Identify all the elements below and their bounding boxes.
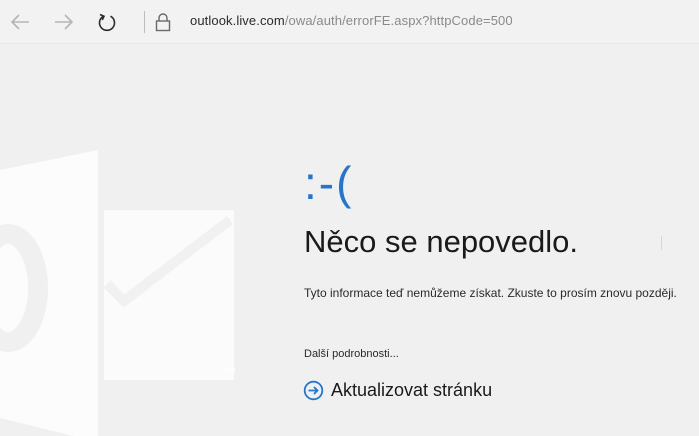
back-button[interactable] bbox=[6, 8, 34, 36]
refresh-button[interactable] bbox=[93, 8, 121, 36]
caret-mark bbox=[661, 236, 662, 250]
sad-emoticon: :-( bbox=[304, 157, 354, 209]
address-bar[interactable]: outlook.live.com/owa/auth/errorFE.aspx?h… bbox=[190, 13, 513, 28]
toolbar-separator bbox=[144, 11, 145, 33]
error-message: Tyto informace teď nemůžeme získat. Zkus… bbox=[304, 286, 677, 300]
arrow-left-icon bbox=[10, 14, 29, 30]
details-link[interactable]: Další podrobnosti... bbox=[304, 348, 399, 360]
arrow-right-icon bbox=[55, 14, 74, 30]
url-host: outlook.live.com bbox=[190, 13, 285, 28]
outlook-logo-icon: TM bbox=[0, 150, 235, 436]
circle-arrow-right-icon bbox=[303, 380, 324, 401]
error-page: TM :-( Něco se nepovedlo. Tyto informace… bbox=[0, 44, 699, 436]
page-title: Něco se nepovedlo. bbox=[304, 224, 579, 259]
browser-toolbar: outlook.live.com/owa/auth/errorFE.aspx?h… bbox=[0, 0, 699, 44]
refresh-page-link[interactable]: Aktualizovat stránku bbox=[303, 380, 492, 401]
watermark-trademark: TM bbox=[225, 368, 235, 375]
url-path: /owa/auth/errorFE.aspx?httpCode=500 bbox=[284, 13, 513, 28]
forward-button[interactable] bbox=[50, 8, 78, 36]
refresh-page-label: Aktualizovat stránku bbox=[331, 380, 493, 400]
lock-icon bbox=[155, 13, 171, 32]
refresh-icon bbox=[98, 13, 116, 32]
